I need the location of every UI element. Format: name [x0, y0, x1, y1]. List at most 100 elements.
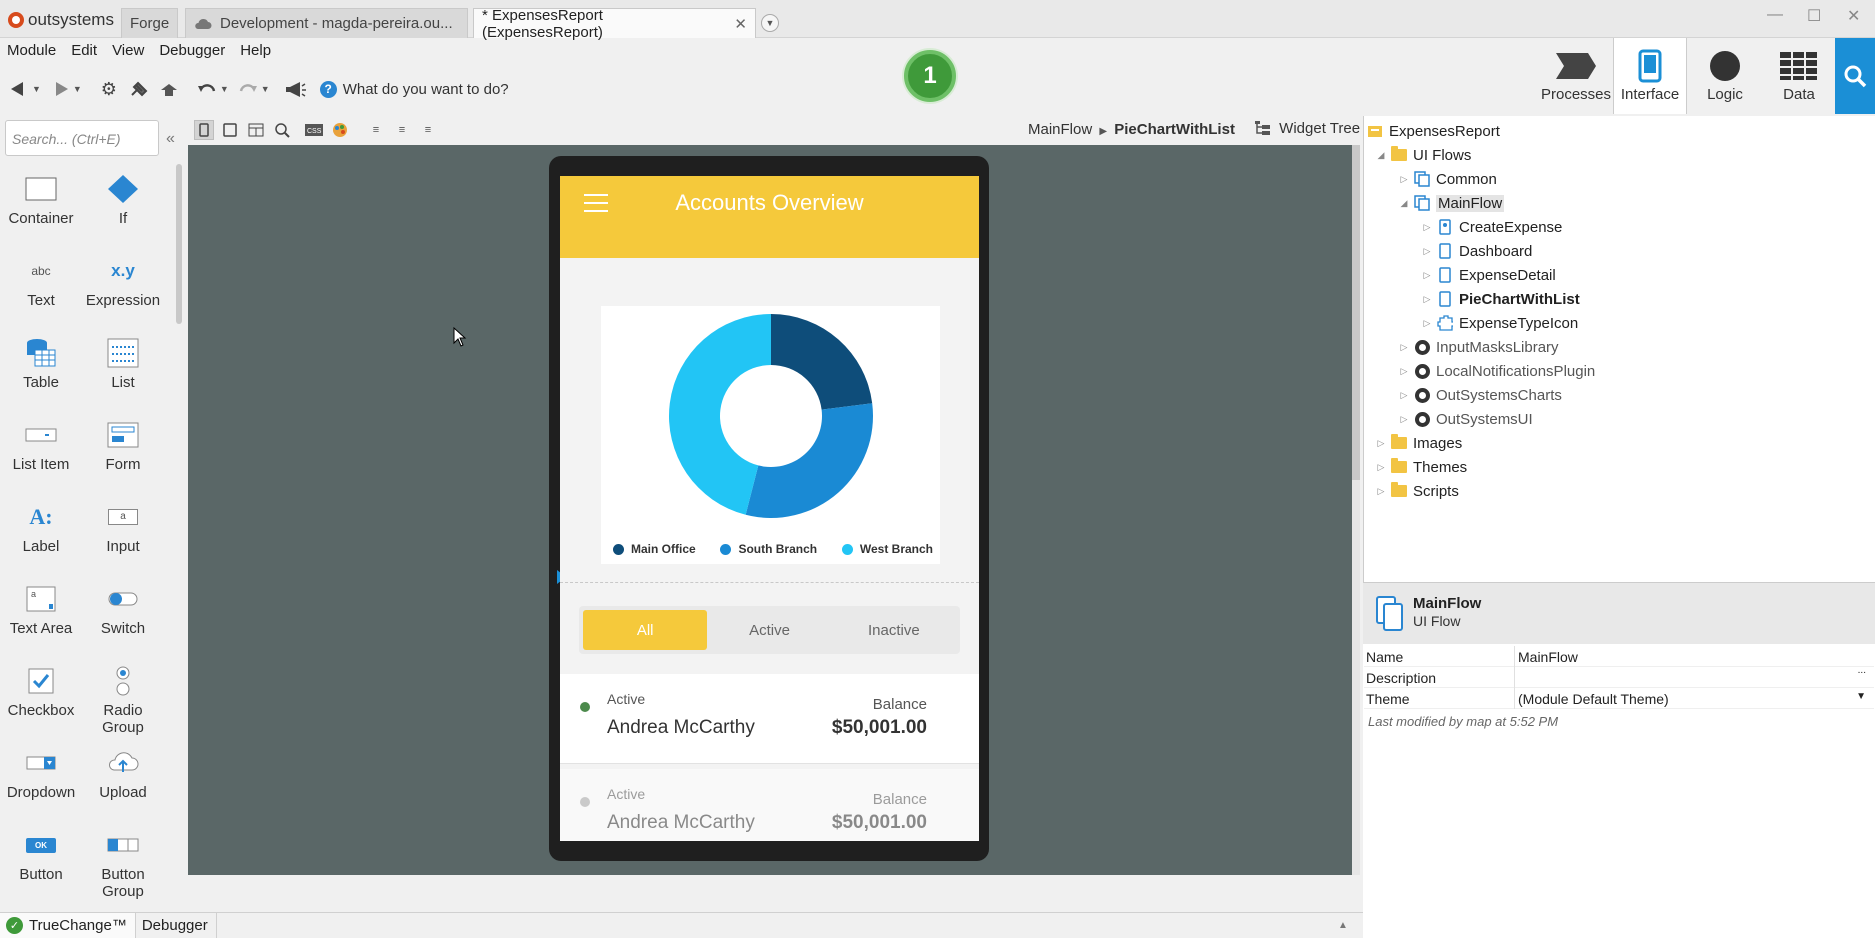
ask-search-box[interactable]: What do you want to do?	[343, 81, 509, 98]
layout-preview-icon[interactable]	[246, 120, 266, 140]
forward-arrow-icon[interactable]	[49, 78, 71, 100]
menu-debugger[interactable]: Debugger	[152, 38, 233, 64]
donut-chart-card[interactable]: Main Office South Branch West Branch	[601, 306, 940, 564]
megaphone-icon[interactable]	[284, 78, 306, 100]
compare-merge-icon[interactable]	[158, 78, 180, 100]
tabs-dropdown-button[interactable]: ▼	[761, 14, 779, 32]
minimize-icon[interactable]: —	[1767, 6, 1783, 24]
property-row-theme[interactable]: Theme (Module Default Theme) ▼	[1364, 688, 1874, 709]
align-right-icon[interactable]: ≡	[418, 120, 438, 140]
widget-search-input[interactable]: Search... (Ctrl+E)	[5, 120, 159, 156]
pie-slice-main-office[interactable]	[771, 314, 873, 410]
global-search-button[interactable]	[1835, 38, 1875, 114]
tree-node-outsystemsui[interactable]: ▷ OutSystemsUI	[1398, 408, 1533, 430]
widget-dropdown[interactable]: Dropdown	[0, 746, 82, 801]
publish-plug-icon[interactable]	[128, 78, 150, 100]
breadcrumb-parent[interactable]: MainFlow	[1028, 121, 1092, 138]
tab-development-environment[interactable]: Development - magda-pereira.ou...	[185, 8, 468, 38]
theme-select[interactable]: (Module Default Theme)	[1518, 691, 1669, 707]
collapsed-triangle-icon[interactable]: ▷	[1421, 318, 1433, 329]
menu-module[interactable]: Module	[0, 38, 64, 64]
back-arrow-icon[interactable]	[8, 78, 30, 100]
css-editor-icon[interactable]: CSS	[304, 120, 324, 140]
collapsed-triangle-icon[interactable]: ▷	[1421, 222, 1433, 233]
widget-upload[interactable]: Upload	[82, 746, 164, 801]
collapsed-triangle-icon[interactable]: ▷	[1398, 390, 1410, 401]
expand-panel-icon[interactable]: ▲	[1338, 920, 1348, 931]
align-center-icon[interactable]: ≡	[392, 120, 412, 140]
collapsed-triangle-icon[interactable]: ▷	[1375, 486, 1387, 497]
tree-node-images[interactable]: ▷ Images	[1375, 432, 1462, 454]
donut-chart[interactable]	[601, 306, 940, 536]
collapsed-triangle-icon[interactable]: ▷	[1375, 438, 1387, 449]
expanded-triangle-icon[interactable]: ◢	[1375, 150, 1387, 161]
tree-node-localnotificationsplugin[interactable]: ▷ LocalNotificationsPlugin	[1398, 360, 1596, 382]
widget-label-tool[interactable]: A: Label	[0, 500, 82, 555]
chevron-down-icon[interactable]: ▼	[261, 84, 270, 94]
filter-all-button[interactable]: All	[583, 610, 708, 650]
tab-data[interactable]: Data	[1762, 38, 1836, 114]
app-header[interactable]: Accounts Overview	[560, 176, 979, 258]
collapsed-triangle-icon[interactable]: ▷	[1398, 414, 1410, 425]
redo-icon[interactable]	[237, 78, 259, 100]
widget-radio-group[interactable]: Radio Group	[82, 664, 164, 736]
tree-node-dashboard[interactable]: ▷ Dashboard	[1421, 240, 1533, 262]
theme-palette-icon[interactable]	[330, 120, 350, 140]
widget-form[interactable]: Form	[82, 418, 164, 473]
tree-node-module[interactable]: ExpensesReport	[1367, 120, 1500, 142]
property-row-name[interactable]: Name MainFlow	[1364, 646, 1874, 667]
widget-button[interactable]: OK Button	[0, 828, 82, 883]
widget-if[interactable]: If	[82, 172, 164, 227]
tablet-preview-icon[interactable]	[220, 120, 240, 140]
tree-node-expensedetail[interactable]: ▷ ExpenseDetail	[1421, 264, 1556, 286]
widget-tree-button[interactable]: Widget Tree	[1255, 120, 1360, 137]
filter-active-button[interactable]: Active	[707, 610, 831, 650]
tab-expenses-report[interactable]: * ExpensesReport (ExpensesReport) ✕	[473, 7, 756, 41]
phone-screen-preview[interactable]: Accounts Overview Main Office South Bran…	[560, 176, 979, 841]
chevron-down-icon[interactable]: ▼	[220, 84, 229, 94]
widget-switch[interactable]: Switch	[82, 582, 164, 637]
widget-button-group[interactable]: Button Group	[82, 828, 164, 900]
widget-input[interactable]: a Input	[82, 500, 164, 555]
tree-node-themes[interactable]: ▷ Themes	[1375, 456, 1467, 478]
ellipsis-button[interactable]: ...	[1858, 665, 1866, 676]
tree-node-expensetypeicon[interactable]: ▷ ExpenseTypeIcon	[1421, 312, 1579, 334]
pie-slice-south-branch[interactable]	[745, 403, 873, 518]
close-window-icon[interactable]: ✕	[1847, 6, 1860, 26]
widget-table[interactable]: Table	[0, 336, 82, 391]
palette-scrollbar[interactable]	[176, 164, 182, 324]
menu-view[interactable]: View	[105, 38, 152, 64]
property-value[interactable]: MainFlow	[1518, 649, 1578, 665]
tree-node-scripts[interactable]: ▷ Scripts	[1375, 480, 1459, 502]
account-list-item[interactable]: Active Andrea McCarthy Balance $50,001.0…	[560, 769, 979, 841]
tree-node-mainflow[interactable]: ◢ MainFlow	[1398, 192, 1505, 214]
collapsed-triangle-icon[interactable]: ▷	[1421, 294, 1433, 305]
collapsed-triangle-icon[interactable]: ▷	[1421, 246, 1433, 257]
notification-badge[interactable]: 1	[904, 50, 956, 102]
canvas-scrollbar[interactable]	[1352, 145, 1360, 875]
collapsed-triangle-icon[interactable]: ▷	[1375, 462, 1387, 473]
chevron-down-icon[interactable]: ▼	[73, 84, 82, 94]
property-row-description[interactable]: Description ...	[1364, 665, 1874, 688]
widget-list-item[interactable]: List Item	[0, 418, 82, 473]
widget-expression[interactable]: x.y Expression	[82, 254, 164, 309]
phone-preview-icon[interactable]	[194, 120, 214, 140]
tree-node-outsystemscharts[interactable]: ▷ OutSystemsCharts	[1398, 384, 1562, 406]
chevron-down-icon[interactable]: ▼	[32, 84, 41, 94]
widget-list[interactable]: List	[82, 336, 164, 391]
menu-help[interactable]: Help	[233, 38, 279, 64]
widget-text[interactable]: abc Text	[0, 254, 82, 309]
undo-icon[interactable]	[196, 78, 218, 100]
tree-node-common[interactable]: ▷ Common	[1398, 168, 1497, 190]
tree-node-piechartwithlist[interactable]: ▷ PieChartWithList	[1421, 288, 1580, 310]
collapsed-triangle-icon[interactable]: ▷	[1398, 366, 1410, 377]
chevron-down-icon[interactable]: ▼	[1856, 691, 1866, 702]
menu-edit[interactable]: Edit	[64, 38, 105, 64]
tab-interface[interactable]: Interface	[1613, 38, 1687, 114]
expanded-triangle-icon[interactable]: ◢	[1398, 198, 1410, 209]
truechange-tab[interactable]: ✓ TrueChange™	[0, 912, 136, 938]
tree-node-createexpense[interactable]: ▷ CreateExpense	[1421, 216, 1563, 238]
gear-icon[interactable]: ⚙	[98, 78, 120, 100]
tree-node-ui-flows[interactable]: ◢ UI Flows	[1375, 144, 1471, 166]
collapsed-triangle-icon[interactable]: ▷	[1398, 342, 1410, 353]
